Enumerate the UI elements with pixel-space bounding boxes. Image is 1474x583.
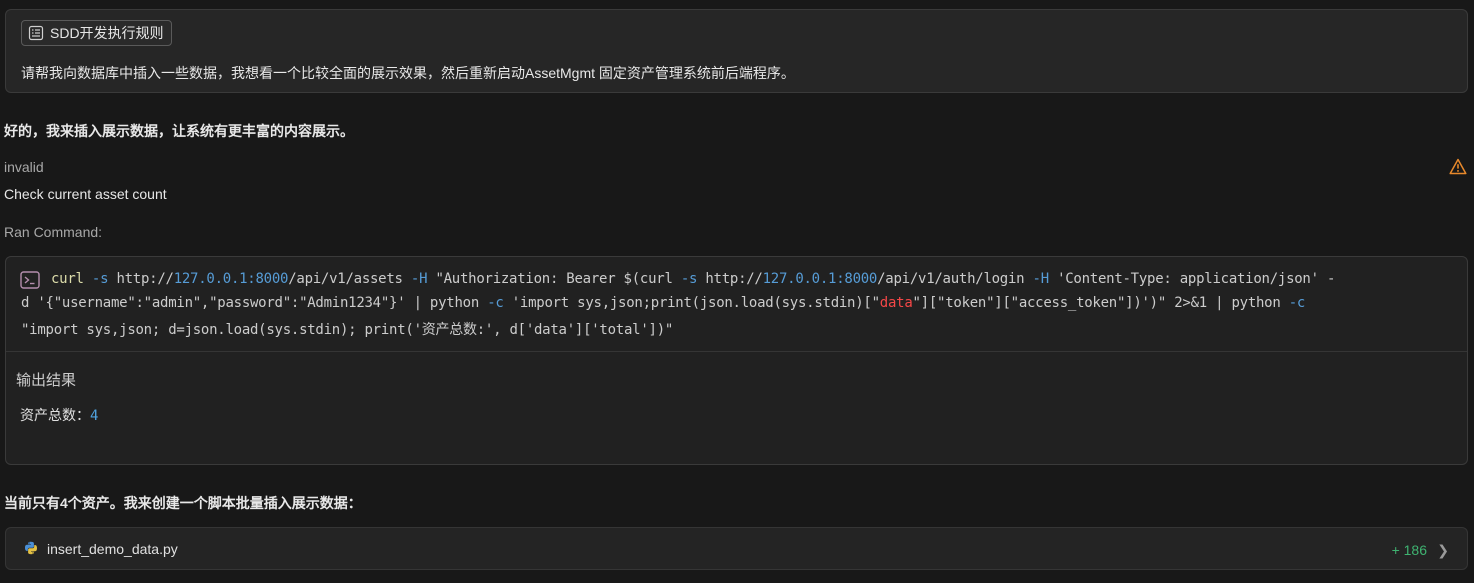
lines-added-count: + 186: [1391, 542, 1427, 558]
terminal-block: curl -s http://127.0.0.1:8000/api/v1/ass…: [5, 256, 1468, 465]
rule-list-icon: [28, 25, 44, 41]
chevron-right-icon[interactable]: ❯: [1437, 542, 1449, 559]
output-value: 4: [90, 408, 99, 424]
file-name[interactable]: insert_demo_data.py: [47, 541, 178, 557]
rule-chip[interactable]: SDD开发执行规则: [21, 20, 172, 46]
command-line-3: "import sys,json; d=json.load(sys.stdin)…: [21, 322, 674, 338]
python-icon: [25, 541, 37, 555]
step-status: invalid: [4, 159, 44, 175]
file-change-card[interactable]: insert_demo_data.py + 186 ❯: [5, 527, 1468, 570]
step-title: Check current asset count: [4, 186, 167, 202]
output-result: 资产总数：4: [20, 405, 98, 425]
rule-chip-label: SDD开发执行规则: [50, 25, 164, 41]
command-line-2: d '{"username":"admin","password":"Admin…: [21, 295, 1306, 311]
user-message: SDD开发执行规则 请帮我向数据库中插入一些数据，我想看一个比较全面的展示效果，…: [5, 9, 1468, 93]
ran-command-label: Ran Command:: [4, 224, 103, 240]
output-label: 资产总数：: [20, 407, 90, 423]
warning-icon[interactable]: [1449, 158, 1467, 175]
terminal-divider: [6, 351, 1467, 352]
assistant-note: 当前只有4个资产。我来创建一个脚本批量插入展示数据：: [4, 495, 362, 511]
output-title: 输出结果: [16, 372, 77, 389]
command-line-1: curl -s http://127.0.0.1:8000/api/v1/ass…: [51, 271, 1336, 287]
terminal-icon: [20, 271, 40, 289]
assistant-intro: 好的，我来插入展示数据，让系统有更丰富的内容展示。: [4, 123, 354, 139]
user-message-text: 请帮我向数据库中插入一些数据，我想看一个比较全面的展示效果，然后重新启动Asse…: [21, 65, 795, 81]
